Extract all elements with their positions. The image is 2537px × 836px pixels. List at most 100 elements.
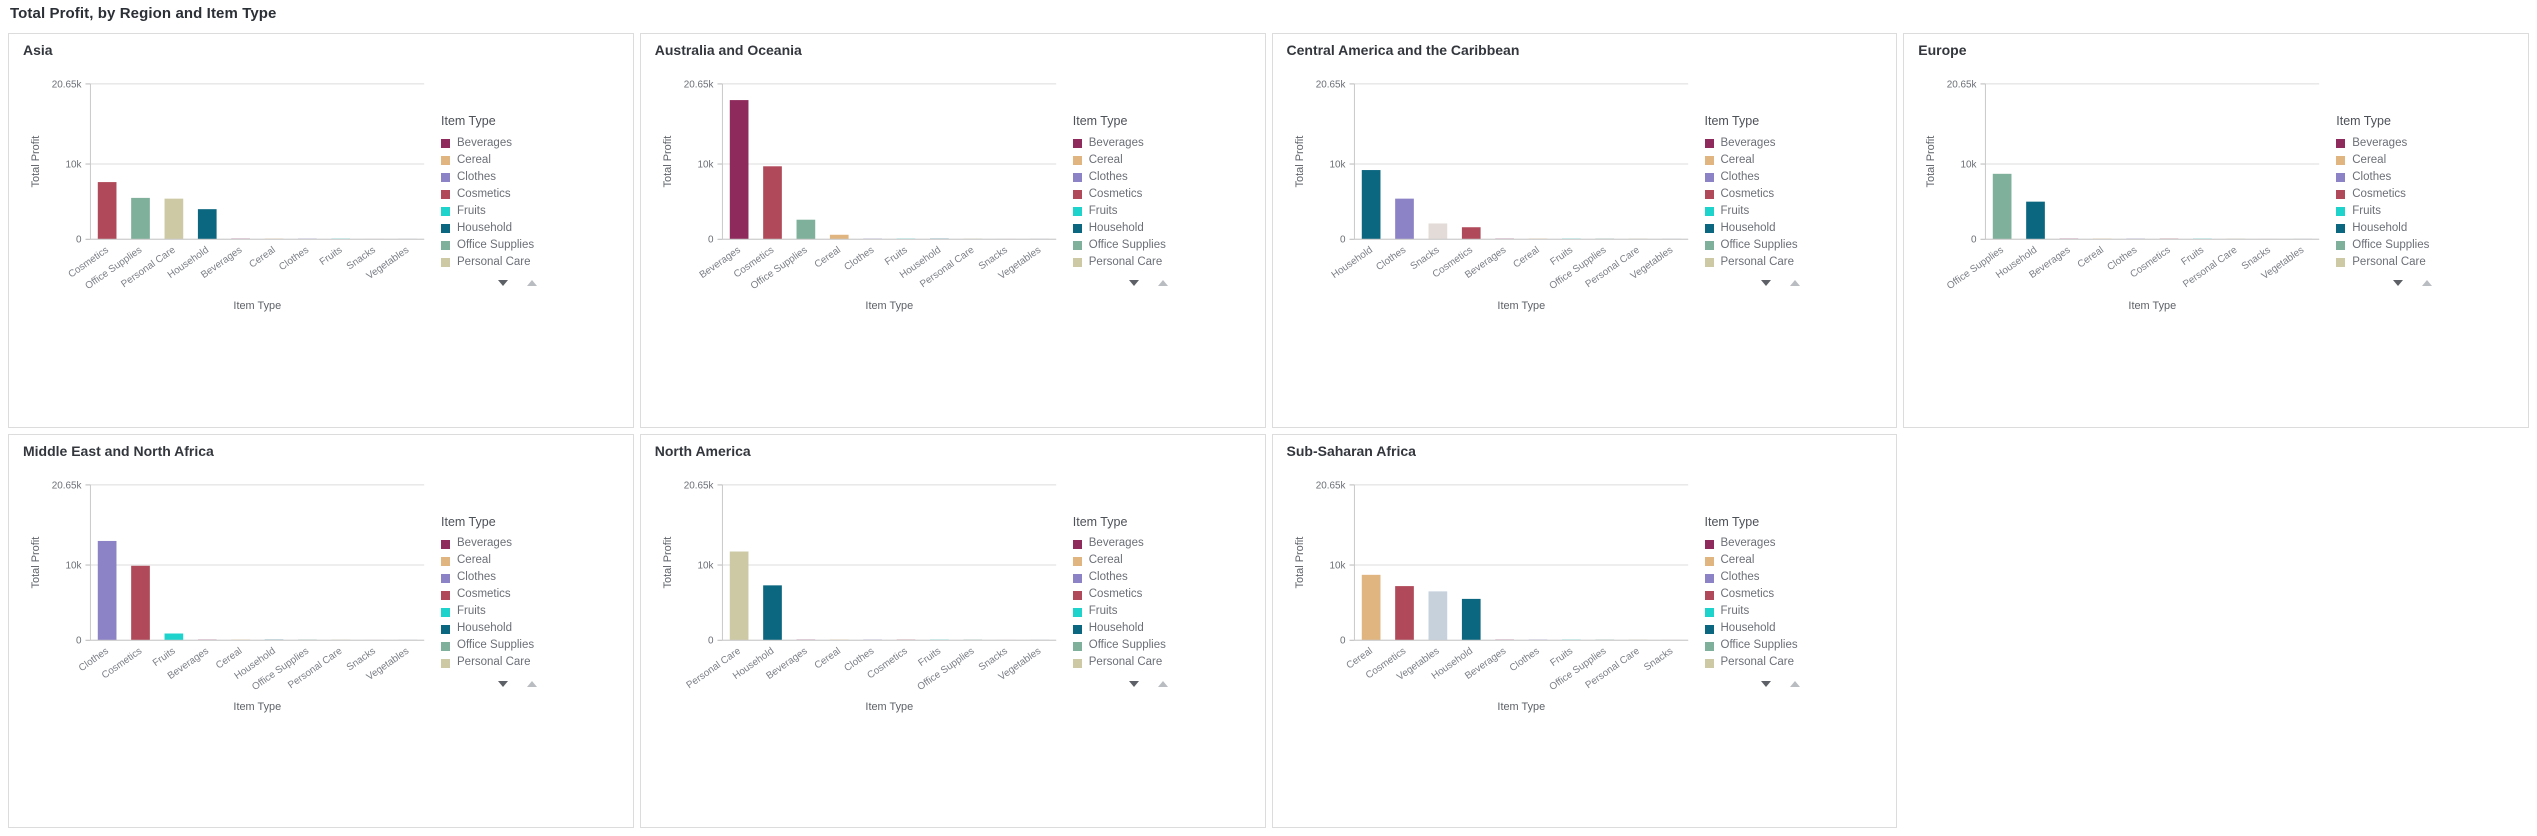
bar[interactable] bbox=[2026, 201, 2046, 240]
bar[interactable] bbox=[131, 565, 150, 640]
bar[interactable] bbox=[97, 182, 117, 240]
legend-item[interactable]: Cosmetics bbox=[1704, 188, 1855, 201]
chart-panel[interactable]: Middle East and North Africa 20.65k 10k 0 Cl… bbox=[8, 433, 634, 828]
legend-item[interactable]: Cereal bbox=[2336, 154, 2486, 167]
legend-item[interactable]: Household bbox=[1072, 623, 1223, 636]
chart-panel[interactable]: Australia and Oceania 20.65k 10k 0 Beverages… bbox=[639, 33, 1266, 428]
legend-item[interactable]: Beverages bbox=[2336, 137, 2486, 150]
bar[interactable] bbox=[796, 219, 815, 240]
legend-item[interactable]: Personal Care bbox=[441, 657, 591, 670]
legend-item[interactable]: Fruits bbox=[1072, 205, 1223, 218]
chevron-down-icon[interactable] bbox=[497, 680, 508, 687]
legend-item[interactable]: Cosmetics bbox=[1072, 188, 1223, 201]
bar[interactable] bbox=[1394, 198, 1414, 240]
chevron-down-icon[interactable] bbox=[497, 280, 508, 286]
bar[interactable] bbox=[1461, 227, 1481, 240]
bar[interactable] bbox=[131, 197, 150, 240]
legend-item[interactable]: Clothes bbox=[441, 171, 591, 184]
legend-item[interactable]: Fruits bbox=[1704, 205, 1855, 218]
legend-item[interactable]: Personal Care bbox=[441, 256, 591, 269]
chevron-down-icon[interactable] bbox=[1761, 680, 1771, 687]
legend-item[interactable]: Household bbox=[1704, 623, 1855, 636]
chevron-up-icon[interactable] bbox=[2421, 280, 2432, 286]
bar[interactable] bbox=[1428, 223, 1447, 240]
legend-item[interactable]: Personal Care bbox=[1704, 657, 1855, 670]
legend-item[interactable]: Cosmetics bbox=[1072, 589, 1223, 602]
legend-item[interactable]: Cereal bbox=[441, 555, 591, 568]
legend-item[interactable]: Household bbox=[1072, 222, 1223, 235]
legend-item[interactable]: Clothes bbox=[1072, 171, 1223, 184]
chart-panel[interactable]: Sub-Saharan Africa 20.65k 10k 0 Cereal Cosmet… bbox=[1271, 433, 1898, 828]
legend-item[interactable]: Clothes bbox=[1072, 572, 1223, 585]
chevron-down-icon[interactable] bbox=[1129, 680, 1140, 687]
legend-item[interactable]: Office Supplies bbox=[1072, 640, 1223, 653]
legend-item[interactable]: Cereal bbox=[1072, 154, 1223, 167]
legend-item[interactable]: Beverages bbox=[1072, 137, 1223, 150]
bar[interactable] bbox=[762, 166, 782, 240]
legend-item[interactable]: Clothes bbox=[1704, 171, 1855, 184]
legend-item[interactable]: Cereal bbox=[1704, 154, 1855, 167]
legend-item[interactable]: Cereal bbox=[441, 154, 591, 167]
chevron-down-icon[interactable] bbox=[1761, 280, 1771, 286]
legend-item[interactable]: Beverages bbox=[1072, 538, 1223, 551]
legend-item[interactable]: Personal Care bbox=[1072, 657, 1223, 670]
bar[interactable] bbox=[762, 584, 782, 640]
chevron-down-icon[interactable] bbox=[1129, 280, 1140, 286]
legend-item[interactable]: Beverages bbox=[441, 137, 591, 150]
chart-panel[interactable]: Asia 20.65k 10k 0 Cosmetics Office Supplies Pe… bbox=[8, 33, 634, 428]
legend-item[interactable]: Office Supplies bbox=[1704, 640, 1855, 653]
legend-item[interactable]: Beverages bbox=[1704, 538, 1855, 551]
chart-panel[interactable]: Europe 20.65k 10k 0 Office Supplies Household… bbox=[1903, 33, 2529, 428]
legend-item[interactable]: Fruits bbox=[441, 205, 591, 218]
legend-item[interactable]: Clothes bbox=[1704, 572, 1855, 585]
legend-item[interactable]: Clothes bbox=[2336, 171, 2486, 184]
legend-item[interactable]: Beverages bbox=[441, 538, 591, 551]
bar[interactable] bbox=[164, 632, 184, 640]
legend-item[interactable]: Fruits bbox=[2336, 205, 2486, 218]
chevron-up-icon[interactable] bbox=[1790, 680, 1800, 687]
chevron-up-icon[interactable] bbox=[1790, 280, 1800, 286]
chart-panel[interactable]: North America 20.65k 10k 0 Personal Care Hous… bbox=[639, 433, 1266, 828]
legend-item[interactable]: Cosmetics bbox=[1704, 589, 1855, 602]
legend-item[interactable]: Fruits bbox=[1072, 606, 1223, 619]
legend-item[interactable]: Fruits bbox=[1704, 606, 1855, 619]
legend-item[interactable]: Office Supplies bbox=[441, 239, 591, 252]
legend-item[interactable]: Household bbox=[1704, 222, 1855, 235]
chevron-up-icon[interactable] bbox=[1158, 680, 1169, 687]
chevron-up-icon[interactable] bbox=[526, 280, 537, 286]
legend-item[interactable]: Cosmetics bbox=[2336, 188, 2486, 201]
legend-item[interactable]: Cereal bbox=[1072, 555, 1223, 568]
chart-panel[interactable]: Central America and the Caribbean 20.65k 1… bbox=[1271, 33, 1898, 428]
bar[interactable] bbox=[1361, 574, 1380, 640]
chevron-down-icon[interactable] bbox=[2392, 280, 2403, 286]
bar[interactable] bbox=[1394, 585, 1414, 640]
legend-item[interactable]: Household bbox=[2336, 222, 2486, 235]
bar[interactable] bbox=[197, 209, 217, 240]
legend-item[interactable]: Cosmetics bbox=[441, 589, 591, 602]
legend-item[interactable]: Personal Care bbox=[1072, 256, 1223, 269]
legend-item[interactable]: Clothes bbox=[441, 572, 591, 585]
legend-item[interactable]: Household bbox=[441, 623, 591, 636]
legend-item[interactable]: Personal Care bbox=[1704, 256, 1855, 269]
legend-item[interactable]: Personal Care bbox=[2336, 256, 2486, 269]
legend-item[interactable]: Beverages bbox=[1704, 137, 1855, 150]
bar[interactable] bbox=[1461, 598, 1481, 640]
bar[interactable] bbox=[97, 540, 117, 640]
bar[interactable] bbox=[1428, 590, 1447, 640]
legend-item[interactable]: Office Supplies bbox=[1072, 239, 1223, 252]
chevron-up-icon[interactable] bbox=[526, 680, 537, 687]
legend-item[interactable]: Cosmetics bbox=[441, 188, 591, 201]
legend-item[interactable]: Cereal bbox=[1704, 555, 1855, 568]
bar[interactable] bbox=[1993, 173, 2012, 240]
bar[interactable] bbox=[729, 550, 749, 640]
chevron-up-icon[interactable] bbox=[1158, 280, 1169, 286]
legend-item[interactable]: Office Supplies bbox=[1704, 239, 1855, 252]
legend-item[interactable]: Fruits bbox=[441, 606, 591, 619]
legend-item[interactable]: Office Supplies bbox=[2336, 239, 2486, 252]
bar[interactable] bbox=[829, 234, 849, 240]
bar[interactable] bbox=[164, 198, 184, 240]
bar[interactable] bbox=[729, 100, 749, 240]
bar[interactable] bbox=[1361, 170, 1380, 240]
legend-item[interactable]: Office Supplies bbox=[441, 640, 591, 653]
legend-item[interactable]: Household bbox=[441, 222, 591, 235]
